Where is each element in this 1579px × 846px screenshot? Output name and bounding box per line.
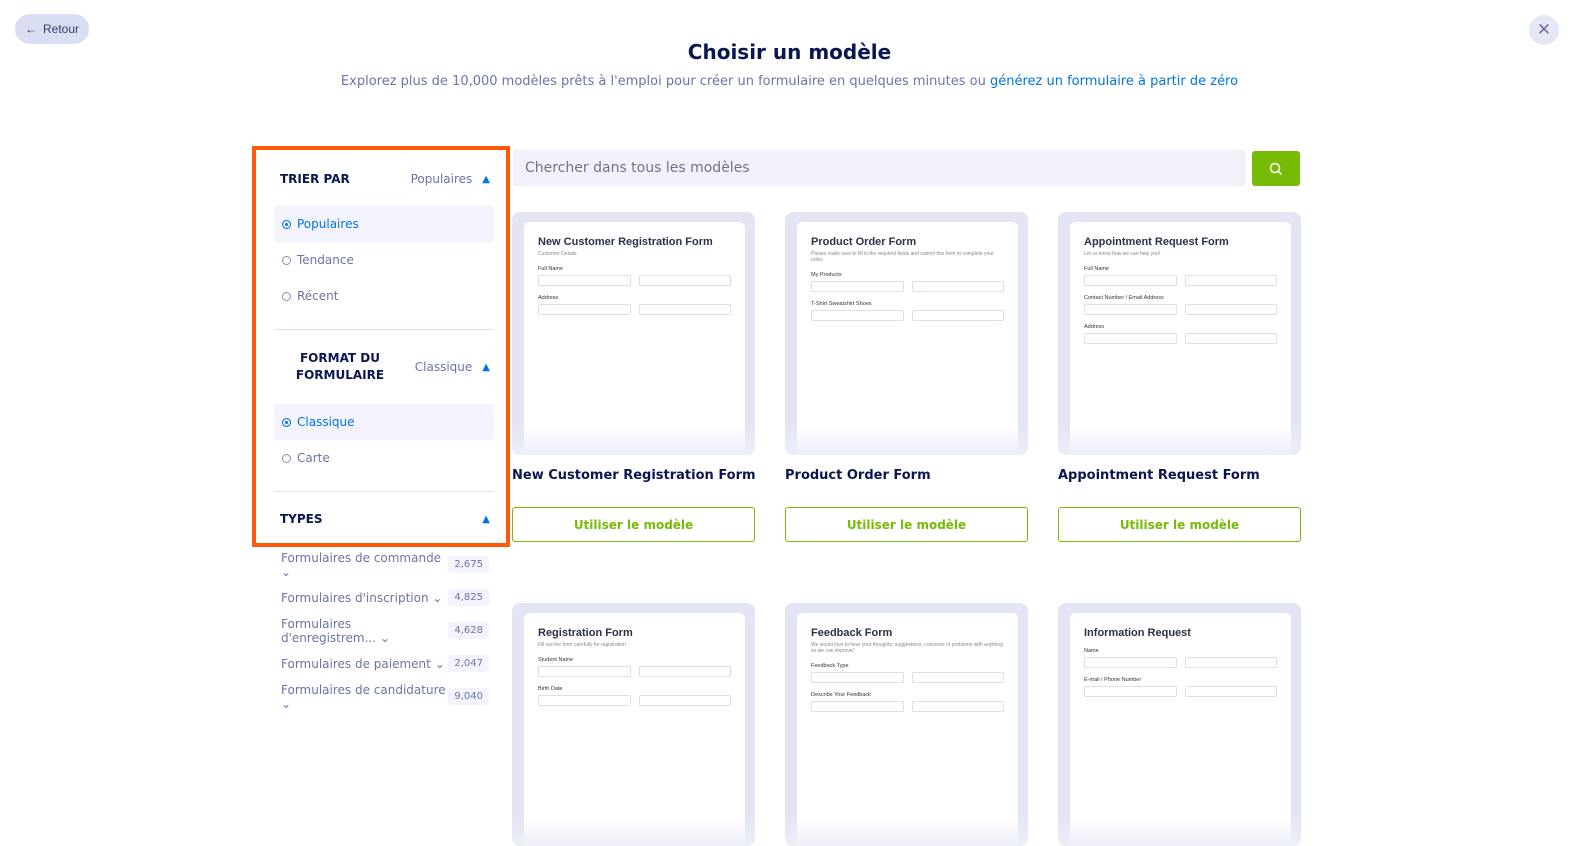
divider xyxy=(274,329,494,330)
radio-icon xyxy=(282,453,291,463)
page-title: Choisir un modèle xyxy=(687,40,892,64)
type-item[interactable]: Formulaires de paiement ⌄ 2,047 xyxy=(281,647,489,680)
input-preview xyxy=(1084,304,1277,315)
close-icon: ✕ xyxy=(1536,20,1552,40)
types-header[interactable]: TYPES ▲ xyxy=(280,512,490,526)
template-preview[interactable]: Product Order Form Please make sure to fi… xyxy=(785,212,1028,455)
type-item[interactable]: Formulaires d'inscription ⌄ 4,825 xyxy=(281,581,489,614)
input-preview xyxy=(538,695,731,706)
radio-icon xyxy=(282,219,291,229)
divider xyxy=(274,491,494,492)
generate-form-link[interactable]: générez un formulaire à partir de zéro xyxy=(990,74,1238,89)
chevron-up-icon: ▲ xyxy=(482,361,490,373)
template-card[interactable]: New Customer Registration Form Customer D… xyxy=(512,212,756,542)
arrow-left-icon: ← xyxy=(25,22,37,36)
template-preview[interactable]: Information Request Name E-mail / Phone Nu… xyxy=(1058,603,1301,846)
template-title[interactable]: New Customer Registration Form xyxy=(512,468,756,488)
sort-option-recent[interactable]: Récent xyxy=(274,278,494,314)
input-preview xyxy=(811,281,1004,292)
template-preview[interactable]: Feedback Form We would love to hear your … xyxy=(785,603,1028,846)
chevron-down-icon: ⌄ xyxy=(432,590,443,605)
template-preview[interactable]: Registration Form Fill out the form caref… xyxy=(512,603,755,846)
template-card[interactable]: Registration Form Fill out the form caref… xyxy=(512,603,755,846)
input-preview xyxy=(538,304,731,315)
template-preview[interactable]: New Customer Registration Form Customer D… xyxy=(512,212,755,455)
chevron-down-icon: ⌄ xyxy=(379,630,390,645)
format-option-carte[interactable]: Carte xyxy=(274,440,494,476)
template-card[interactable]: Information Request Name E-mail / Phone Nu… xyxy=(1058,603,1301,846)
input-preview xyxy=(538,666,731,677)
page-subtitle: Explorez plus de 10,000 modèles prêts à … xyxy=(340,74,1239,89)
chevron-up-icon: ▲ xyxy=(482,513,490,525)
radio-icon xyxy=(282,255,291,265)
chevron-down-icon: ⌄ xyxy=(281,696,292,711)
type-item[interactable]: Formulaires de commande ⌄ 2,675 xyxy=(281,548,489,581)
search-button[interactable] xyxy=(1252,151,1300,186)
sort-header[interactable]: TRIER PAR Populaires ▲ xyxy=(280,172,490,186)
radio-icon xyxy=(282,417,291,427)
use-template-button[interactable]: Utiliser le modèle xyxy=(1058,507,1301,542)
chevron-up-icon: ▲ xyxy=(482,173,490,185)
chevron-down-icon: ⌄ xyxy=(281,564,292,579)
input-preview xyxy=(1084,333,1277,344)
input-preview xyxy=(1084,686,1277,697)
filter-sidebar: TRIER PAR Populaires ▲ Populaires Tendance… xyxy=(252,146,510,547)
types-list: Formulaires de commande ⌄ 2,675 Formulair… xyxy=(281,548,489,713)
template-preview[interactable]: Appointment Request Form Let us know how … xyxy=(1058,212,1301,455)
search-icon xyxy=(1269,162,1283,175)
use-template-button[interactable]: Utiliser le modèle xyxy=(512,507,755,542)
type-item[interactable]: Formulaires d'enregistrem... ⌄ 4,628 xyxy=(281,614,489,647)
use-template-button[interactable]: Utiliser le modèle xyxy=(785,507,1028,542)
search-input[interactable] xyxy=(513,150,1246,186)
radio-icon xyxy=(282,291,291,301)
input-preview xyxy=(1084,275,1277,286)
input-preview xyxy=(1084,657,1277,668)
template-card[interactable]: Product Order Form Please make sure to fi… xyxy=(785,212,1028,542)
input-preview xyxy=(811,701,1004,712)
template-card[interactable]: Feedback Form We would love to hear your … xyxy=(785,603,1028,846)
input-preview xyxy=(811,672,1004,683)
format-option-classique[interactable]: Classique xyxy=(274,404,494,440)
format-header[interactable]: FORMAT DU FORMULAIRE Classique ▲ xyxy=(280,350,490,384)
sort-option-tendance[interactable]: Tendance xyxy=(274,242,494,278)
type-item[interactable]: Formulaires de candidature ⌄ 9,040 xyxy=(281,680,489,713)
chevron-down-icon: ⌄ xyxy=(434,656,445,671)
template-card[interactable]: Appointment Request Form Let us know how … xyxy=(1058,212,1301,542)
input-preview xyxy=(811,310,1004,321)
template-title[interactable]: Product Order Form xyxy=(785,468,1028,488)
input-preview xyxy=(538,275,731,286)
template-title[interactable]: Appointment Request Form xyxy=(1058,468,1301,488)
sort-option-populaires[interactable]: Populaires xyxy=(274,206,494,242)
